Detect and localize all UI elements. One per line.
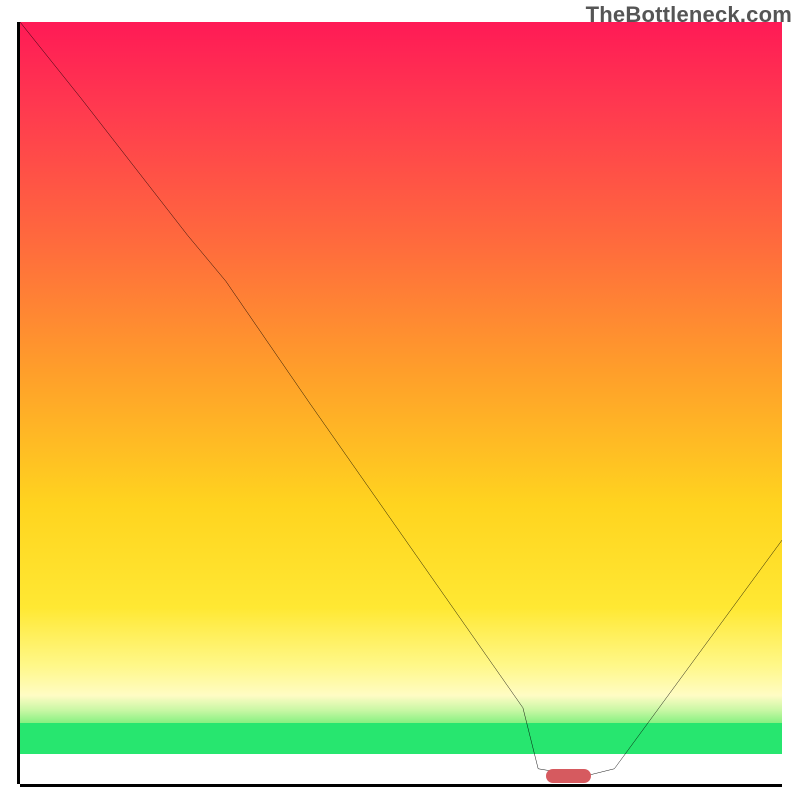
watermark-text: TheBottleneck.com xyxy=(586,2,792,28)
x-axis-line xyxy=(20,784,782,787)
bottleneck-curve-path xyxy=(20,22,782,776)
optimal-marker xyxy=(546,769,592,783)
chart-plot-area xyxy=(20,22,782,784)
chart-curve-svg xyxy=(20,22,782,784)
y-axis-line xyxy=(17,22,20,784)
